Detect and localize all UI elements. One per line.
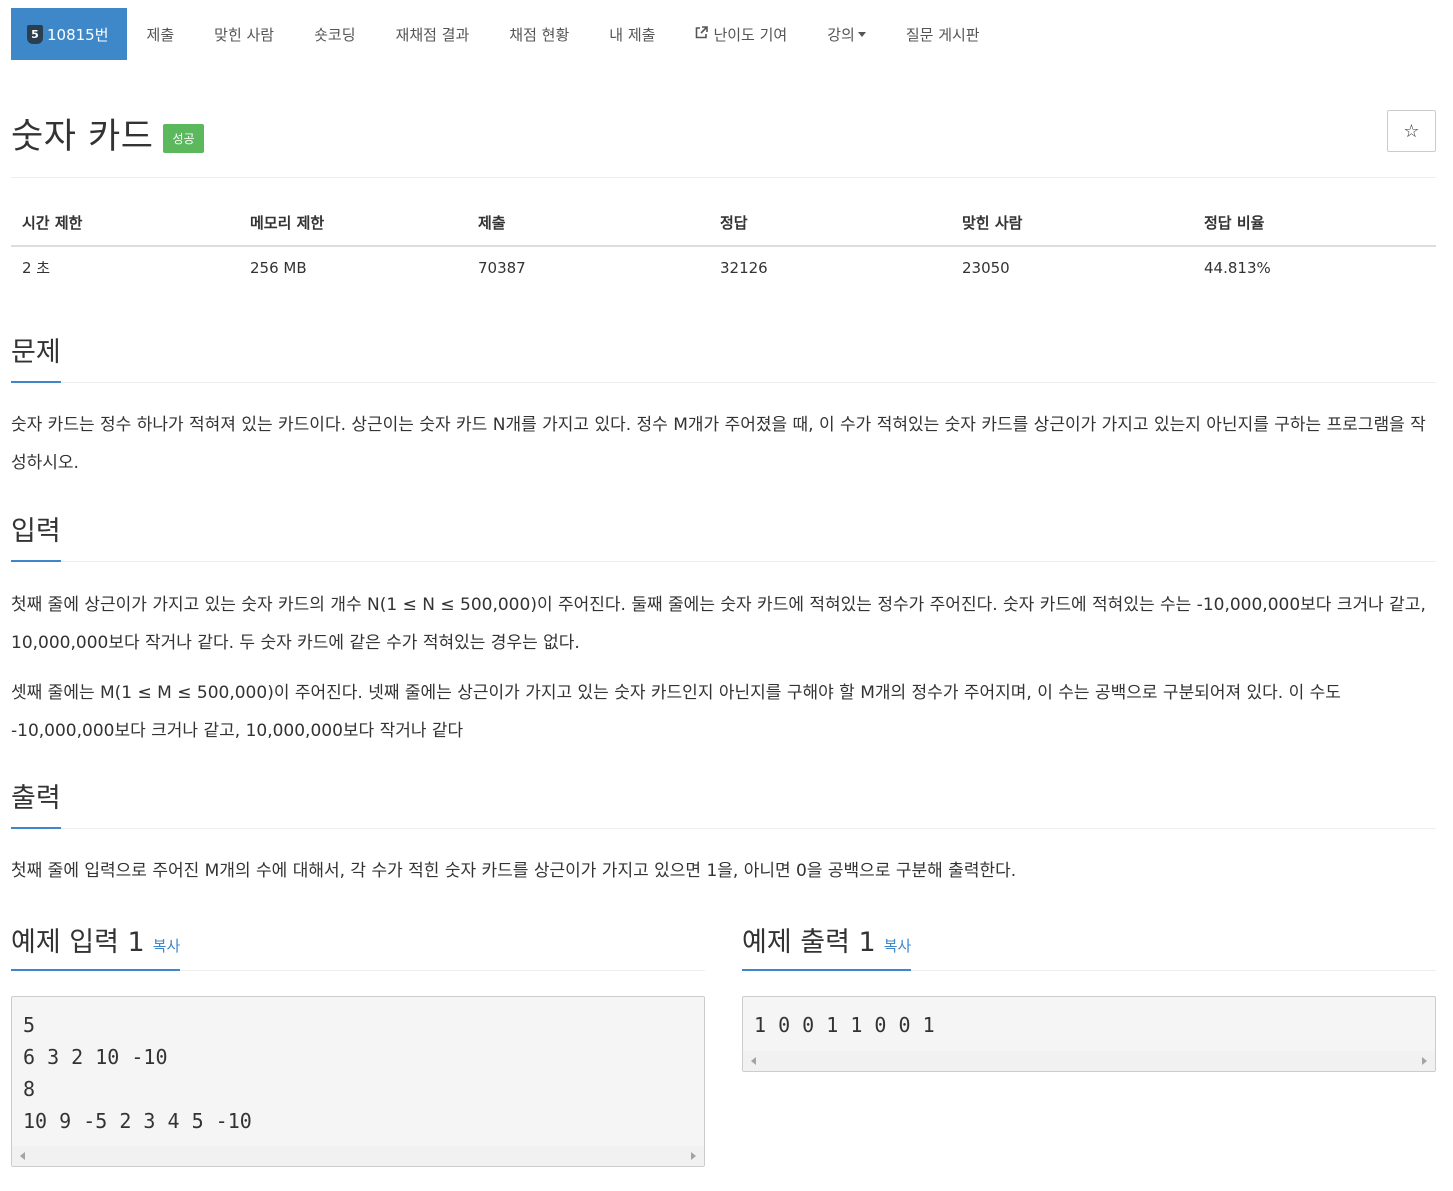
- favorite-star-button[interactable]: ☆: [1387, 110, 1436, 152]
- header-accepted-users: 맞힌 사람: [951, 200, 1193, 247]
- sample-output-code: 1 0 0 1 1 0 0 1: [754, 1013, 935, 1037]
- input-title: 입력: [11, 509, 61, 562]
- star-icon: ☆: [1403, 120, 1420, 142]
- problem-id-label: 10815번: [47, 25, 109, 44]
- tab-question-board[interactable]: 질문 게시판: [886, 8, 1000, 60]
- header-accepted-ratio: 정답 비율: [1193, 200, 1436, 247]
- caret-down-icon: [857, 31, 866, 37]
- scroll-right-icon[interactable]: [691, 1152, 696, 1160]
- table-row: 2 초 256 MB 70387 32126 23050 44.813%: [11, 246, 1436, 288]
- tab-accepted-users[interactable]: 맞힌 사람: [194, 8, 294, 60]
- sample-input-title: 예제 입력 1: [11, 927, 145, 958]
- section-divider: [11, 828, 1436, 829]
- description-title: 문제: [11, 330, 61, 383]
- sample-output-heading: 예제 출력 1 복사: [742, 920, 912, 971]
- tier-badge-icon: 5: [27, 24, 43, 44]
- input-text-1: 첫째 줄에 상근이가 가지고 있는 숫자 카드의 개수 N(1 ≤ N ≤ 50…: [11, 595, 1426, 653]
- tab-submit[interactable]: 제출: [127, 8, 195, 60]
- table-header-row: 시간 제한 메모리 제한 제출 정답 맞힌 사람 정답 비율: [11, 200, 1436, 247]
- lectures-label: 강의: [827, 25, 855, 44]
- horizontal-scrollbar[interactable]: [12, 1146, 704, 1166]
- output-title: 출력: [11, 776, 61, 829]
- sample-input-heading: 예제 입력 1 복사: [11, 920, 181, 971]
- tab-difficulty-contribution[interactable]: 난이도 기여: [675, 8, 807, 60]
- sample-output-title: 예제 출력 1: [742, 927, 876, 958]
- tab-lectures-dropdown[interactable]: 강의: [807, 8, 886, 60]
- accepted-users-value: 23050: [962, 258, 1010, 277]
- status-badge: 성공: [163, 124, 204, 153]
- problem-menu: 5 10815번 제출 맞힌 사람 숏코딩 재채점 결과 채점 현황 내 제출 …: [11, 8, 1000, 60]
- output-header: 출력: [11, 776, 1436, 829]
- tab-status[interactable]: 채점 현황: [489, 8, 589, 60]
- header-memory-limit: 메모리 제한: [239, 200, 467, 247]
- input-text-2: 셋째 줄에는 M(1 ≤ M ≤ 500,000)이 주어진다. 넷째 줄에는 …: [11, 683, 1341, 741]
- input-header: 입력: [11, 509, 1436, 562]
- horizontal-scrollbar[interactable]: [743, 1051, 1435, 1071]
- accepted-value: 32126: [720, 258, 768, 277]
- tab-short-coding[interactable]: 숏코딩: [294, 8, 375, 60]
- description-text: 숫자 카드는 정수 하나가 적혀져 있는 카드이다. 상근이는 숫자 카드 N개…: [11, 415, 1426, 473]
- scroll-right-icon[interactable]: [1422, 1057, 1427, 1065]
- scroll-left-icon[interactable]: [20, 1152, 25, 1160]
- section-divider: [11, 382, 1436, 383]
- tab-problem[interactable]: 5 10815번: [11, 8, 127, 60]
- header-accepted: 정답: [709, 200, 951, 247]
- accepted-ratio-value: 44.813%: [1204, 258, 1271, 277]
- memory-limit-value: 256 MB: [250, 258, 307, 277]
- sample-output-box[interactable]: 1 0 0 1 1 0 0 1: [742, 996, 1436, 1072]
- tab-rejudge-results[interactable]: 재채점 결과: [376, 8, 490, 60]
- submissions-value: 70387: [478, 258, 526, 277]
- header-time-limit: 시간 제한: [11, 200, 239, 247]
- sample-input-box[interactable]: 5 6 3 2 10 -10 8 10 9 -5 2 3 4 5 -10: [11, 996, 705, 1167]
- sample-input-code: 5 6 3 2 10 -10 8 10 9 -5 2 3 4 5 -10: [23, 1013, 252, 1133]
- time-limit-value: 2 초: [22, 259, 51, 277]
- copy-input-button[interactable]: 복사: [153, 937, 181, 955]
- problem-title: 숫자 카드: [11, 117, 154, 157]
- problem-title-row: 숫자 카드 성공: [11, 108, 204, 159]
- sample-input-header: 예제 입력 1 복사: [11, 920, 705, 971]
- scroll-left-icon[interactable]: [751, 1057, 756, 1065]
- output-text: 첫째 줄에 입력으로 주어진 M개의 수에 대해서, 각 수가 적힌 숫자 카드…: [11, 861, 1017, 881]
- sample-output-header: 예제 출력 1 복사: [742, 920, 1436, 971]
- section-divider: [11, 561, 1436, 562]
- title-divider: [11, 177, 1436, 178]
- problem-info-table: 시간 제한 메모리 제한 제출 정답 맞힌 사람 정답 비율 2 초 256 M…: [11, 200, 1436, 288]
- difficulty-contribution-label: 난이도 기여: [713, 25, 788, 44]
- header-submissions: 제출: [467, 200, 709, 247]
- external-link-icon: [695, 25, 709, 43]
- copy-output-button[interactable]: 복사: [884, 937, 912, 955]
- description-header: 문제: [11, 330, 1436, 383]
- tab-my-submissions[interactable]: 내 제출: [589, 8, 675, 60]
